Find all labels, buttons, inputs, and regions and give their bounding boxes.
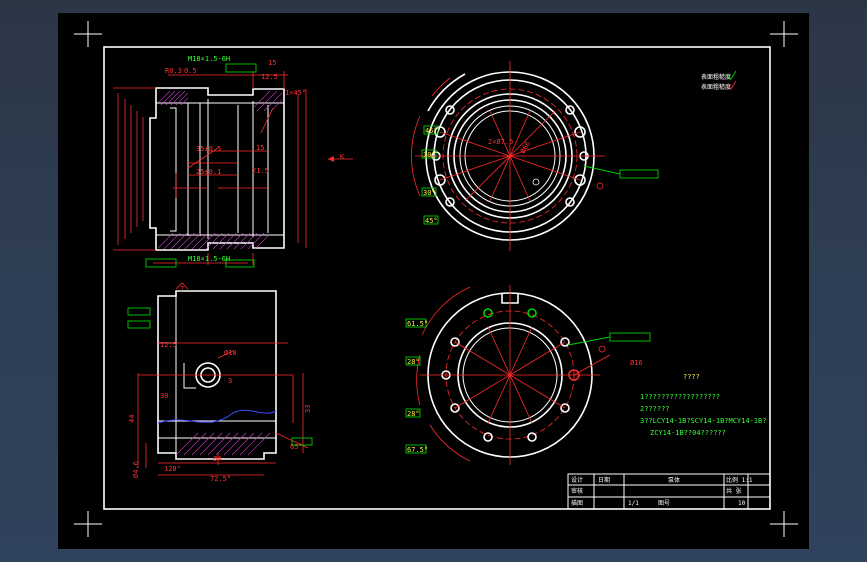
angle-2: 30° (423, 151, 436, 159)
dim-125: 12.5 (261, 73, 278, 81)
section-view: M18×1.5-6H M18×1.5-6H R0.3 0.5 15 12.5 1… (113, 55, 353, 268)
angle-1: 45° (425, 127, 438, 135)
surface-mark: 7 (180, 285, 184, 293)
flange-view-bottom: 61.5° 28° 28° 67.5° Ø16 (405, 285, 651, 465)
notes-title: ???? (683, 373, 700, 381)
angle-4: 45° (425, 217, 438, 225)
dim-15b: 15 (256, 144, 264, 152)
tolerance-frame-1 (225, 63, 257, 73)
note-3: 3??LCY14-1B?SCY14-1B?MCY14-1B? (640, 417, 766, 425)
dim-05: 0.5 (184, 67, 197, 75)
thread-top-label: M18×1.5-6H (188, 55, 230, 63)
dim-30: 30 (160, 392, 168, 400)
side-frame-1 (127, 307, 151, 316)
bolt-radius: Ø66 (519, 140, 532, 155)
tolerance-frame-3 (225, 259, 255, 268)
hole-callout: Ø16 (630, 359, 643, 367)
dim-3: 3 (228, 377, 232, 385)
title-block: 设计 比例 1:1 审核 共 张 描图 1/1 图号 10 日期 泵体 (567, 473, 771, 510)
dim-215: 21.5 (252, 167, 269, 175)
cad-viewport[interactable]: M18×1.5-6H M18×1.5-6H R0.3 0.5 15 12.5 1… (58, 13, 809, 549)
radius-label: R0.3 (165, 67, 182, 75)
side-view: 12.5 Ø18 30 3 44 33 128° 72.5° Ø4 65° Ø4… (127, 282, 313, 483)
dim-44: 44 (128, 415, 136, 423)
legend-item-2: 表面粗糙度 (701, 83, 731, 91)
dim-725: 72.5° (210, 475, 231, 483)
tb-c6: 1/1 (628, 500, 639, 507)
tb-c3: 审核 (571, 487, 583, 495)
tb-c1: 设计 (571, 476, 583, 484)
chamfer-label: 1×45° (285, 89, 306, 97)
drawing-frame (103, 46, 771, 510)
angle-b1: 61.5° (407, 320, 428, 328)
note-2: 2?????? (640, 405, 670, 413)
dim-35: 35±0.5 (196, 145, 221, 153)
dim-6: Ø4 (213, 455, 221, 463)
angle-b4: 67.5° (407, 446, 428, 454)
dim-15: 15 (268, 59, 276, 67)
thread-bottom-label: M18×1.5-6H (188, 255, 230, 263)
bottom-angle-boxes (405, 318, 427, 454)
view-arrow-k: K (340, 153, 345, 161)
tb-c2: 比例 1:1 (726, 476, 753, 484)
roughness-legend: 表面粗糙度 表面粗糙度 (701, 70, 737, 91)
hatch-side (176, 432, 271, 455)
flange-view-top: 45° 30° 30° 45° 2×Ø7.5 Ø66 (411, 61, 659, 251)
cad-drawing: M18×1.5-6H M18×1.5-6H R0.3 0.5 15 12.5 1… (74, 21, 798, 537)
note-1: 1?????????????????? (640, 393, 720, 401)
dim-25: 25±0.1 (196, 168, 221, 176)
dim-18: Ø18 (224, 349, 237, 357)
angle-b2: 28° (407, 358, 420, 366)
technical-notes: ???? 1?????????????????? 2?????? 3??LCY1… (640, 373, 766, 437)
tb-name: 泵体 (668, 476, 680, 484)
tb-c7: 图号 (658, 500, 670, 507)
angle-b3: 28° (407, 410, 420, 418)
dim-46: Ø4.6 (132, 461, 140, 478)
tb-c4: 共 张 (726, 487, 742, 495)
side-dimensions (137, 342, 309, 476)
dim-65: 65° (290, 443, 303, 451)
side-frame-2 (127, 320, 151, 329)
tb-c9: 日期 (598, 476, 610, 484)
tb-c5: 描图 (571, 499, 583, 507)
angle-3: 30° (423, 189, 436, 197)
bottom-radial-lines (420, 285, 600, 465)
bolt-callout: 2×Ø7.5 (488, 138, 513, 146)
dim-33: 33 (304, 405, 312, 413)
tb-c8: 10 (738, 500, 746, 507)
legend-item-1: 表面粗糙度 (701, 73, 731, 81)
dim-128: 128° (164, 465, 181, 473)
note-4: ZCY14-1B??04?????? (650, 429, 726, 437)
dim-125b: 12.5 (160, 341, 177, 349)
